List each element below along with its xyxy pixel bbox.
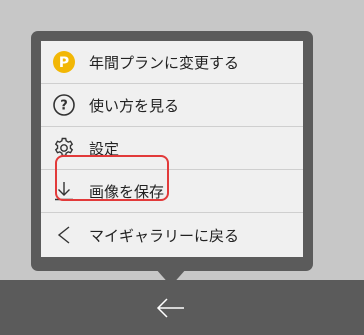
menu-item-settings[interactable]: 設定 — [41, 127, 303, 170]
download-icon — [51, 178, 77, 204]
menu-item-back-to-gallery[interactable]: マイギャラリーに戻る — [41, 213, 303, 257]
menu-list: P 年間プランに変更する ? 使い方を見る 設定 画像を保存 マイギャラリーに戻… — [41, 41, 303, 257]
menu-item-label: マイギャラリーに戻る — [89, 226, 240, 245]
coin-letter: P — [59, 55, 69, 71]
menu-item-annual-plan[interactable]: P 年間プランに変更する — [41, 41, 303, 84]
menu-item-label: 画像を保存 — [89, 182, 165, 201]
back-button[interactable] — [155, 295, 187, 321]
menu-item-label: 設定 — [89, 139, 120, 158]
menu-item-how-to-use[interactable]: ? 使い方を見る — [41, 84, 303, 127]
help-glyph: ? — [60, 99, 68, 114]
menu-popup: P 年間プランに変更する ? 使い方を見る 設定 画像を保存 マイギャラリーに戻… — [31, 31, 313, 271]
menu-item-label: 年間プランに変更する — [89, 53, 240, 72]
menu-item-label: 使い方を見る — [89, 96, 180, 115]
premium-coin-icon: P — [51, 49, 77, 75]
chevron-left-icon — [51, 222, 77, 248]
menu-item-save-image[interactable]: 画像を保存 — [41, 170, 303, 213]
gear-icon — [51, 135, 77, 161]
back-arrow-icon — [156, 298, 184, 318]
help-circle-icon: ? — [51, 92, 77, 118]
